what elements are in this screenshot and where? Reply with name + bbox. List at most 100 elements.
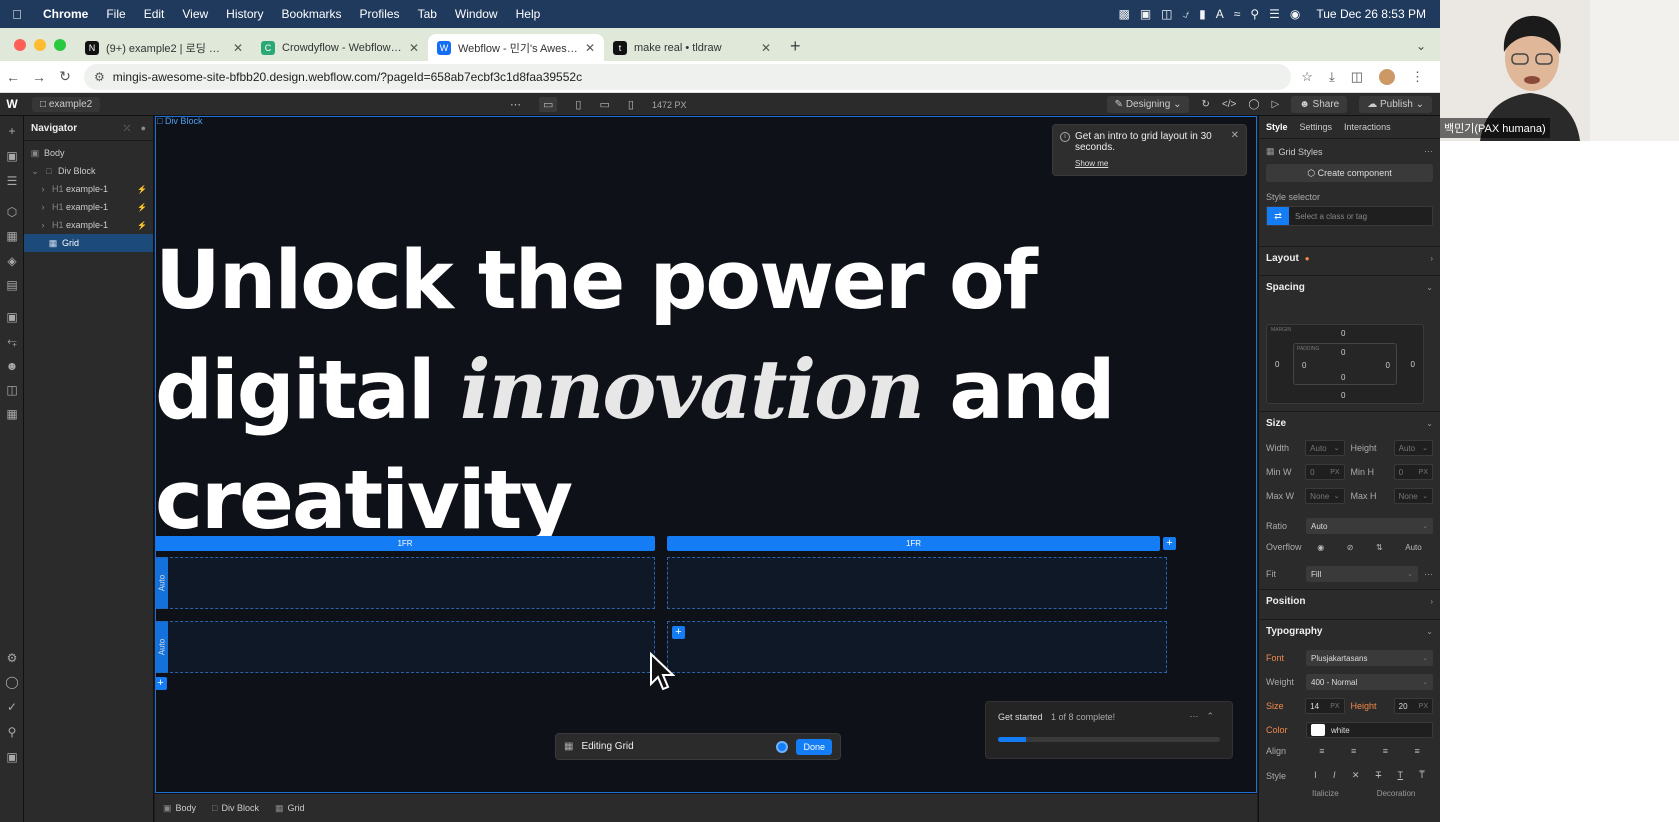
sidebar-icon[interactable]: ◫: [1351, 69, 1363, 85]
share-status-icon[interactable]: ▩: [1118, 7, 1129, 21]
align-justify-icon[interactable]: ≡: [1414, 746, 1419, 756]
close-icon[interactable]: ✕: [1231, 130, 1239, 141]
tree-item-heading[interactable]: › H1 example-1 ⚡: [24, 216, 153, 234]
input-source-icon[interactable]: A: [1216, 7, 1224, 21]
weight-select[interactable]: 400 - Normal ⌄: [1306, 674, 1433, 690]
menu-edit[interactable]: Edit: [135, 7, 174, 21]
tree-item-grid[interactable]: ▦ Grid: [24, 234, 153, 252]
tree-item-body[interactable]: ▣ Body: [24, 144, 153, 162]
show-me-link[interactable]: Show me: [1075, 159, 1238, 168]
chevron-right-icon[interactable]: ›: [38, 202, 48, 212]
ecommerce-icon[interactable]: ◫: [0, 383, 24, 397]
get-started-title[interactable]: Get started: [998, 712, 1043, 722]
tab-interactions[interactable]: Interactions: [1344, 122, 1391, 132]
preview-play-icon[interactable]: ▷: [1272, 99, 1280, 110]
close-tab-icon[interactable]: ✕: [761, 41, 771, 55]
browser-tab[interactable]: N (9+) example2 | 로딩 후 페이드 ✕: [76, 34, 252, 61]
position-section[interactable]: Position ›: [1259, 589, 1440, 613]
add-to-cell-button[interactable]: +: [672, 626, 685, 639]
grid-cell[interactable]: [155, 557, 655, 609]
search-icon[interactable]: ⚲: [1250, 7, 1259, 21]
more-options-icon[interactable]: ⋯: [1424, 569, 1433, 580]
assets-icon[interactable]: ▤: [0, 278, 24, 292]
tree-item-heading[interactable]: › H1 example-1 ⚡: [24, 198, 153, 216]
wifi-icon[interactable]: ≈: [1234, 7, 1241, 21]
padding-bottom-value[interactable]: 0: [1341, 373, 1345, 382]
menu-clock[interactable]: Tue Dec 26 8:53 PM: [1316, 7, 1426, 21]
layout-section[interactable]: Layout ● ›: [1259, 246, 1440, 270]
selector-swap-icon[interactable]: ⇄: [1267, 207, 1289, 225]
code-icon[interactable]: </>: [1222, 99, 1236, 110]
mobile-portrait-breakpoint-icon[interactable]: ▯: [628, 98, 634, 111]
overflow-visible-eye-icon[interactable]: ◉: [1317, 543, 1324, 552]
address-bar[interactable]: ⚙ mingis-awesome-site-bfbb20.design.webf…: [84, 63, 1292, 90]
add-column-button[interactable]: +: [1163, 537, 1176, 550]
desktop-breakpoint-icon[interactable]: ▭: [539, 97, 558, 112]
height-input[interactable]: Auto ⌄: [1393, 440, 1433, 456]
breadcrumb-body[interactable]: ▣ Body: [163, 803, 196, 814]
padding-right-value[interactable]: 0: [1386, 361, 1390, 370]
breadcrumb-div-block[interactable]: □ Div Block: [212, 803, 259, 813]
grid-toggle-indicator[interactable]: [776, 740, 789, 753]
tree-item-div-block[interactable]: ⌄ □ Div Block: [24, 162, 153, 180]
reload-icon[interactable]: ↻: [52, 68, 78, 85]
width-input[interactable]: Auto ⌄: [1305, 440, 1345, 456]
overflow-scroll-icon[interactable]: ⇅: [1376, 543, 1383, 552]
align-right-icon[interactable]: ≡: [1383, 746, 1388, 756]
components-icon[interactable]: ⬡: [0, 205, 24, 219]
padding-top-value[interactable]: 0: [1341, 348, 1345, 357]
typography-section[interactable]: Typography ⌄: [1259, 619, 1440, 643]
tab-settings[interactable]: Settings: [1300, 122, 1333, 132]
headphones-icon[interactable]: ⍻: [1183, 7, 1190, 22]
style-selector-input[interactable]: ⇄ Select a class or tag: [1266, 206, 1433, 226]
control-center-icon[interactable]: ☰: [1269, 7, 1280, 21]
padding-left-value[interactable]: 0: [1302, 361, 1306, 370]
apps-icon[interactable]: ▦: [0, 407, 24, 421]
browser-tab[interactable]: C Crowdyflow - Webflow HTML ✕: [252, 34, 428, 61]
notion-icon[interactable]: ▣: [1140, 7, 1151, 21]
color-swatch[interactable]: [1311, 724, 1325, 736]
menu-tab[interactable]: Tab: [409, 7, 446, 21]
align-left-icon[interactable]: ≡: [1319, 746, 1324, 756]
strikethrough-icon[interactable]: T: [1376, 770, 1382, 781]
help-icon[interactable]: ▣: [0, 750, 24, 764]
profile-avatar[interactable]: [1379, 68, 1395, 85]
menu-profiles[interactable]: Profiles: [351, 7, 409, 21]
italic-off-icon[interactable]: I: [1314, 770, 1317, 781]
share-button[interactable]: ☻ Share: [1291, 96, 1348, 113]
audit-icon[interactable]: ◯: [0, 675, 24, 689]
hero-heading[interactable]: Unlock the power of digital innovation a…: [155, 226, 1155, 556]
tab-style[interactable]: Style: [1266, 122, 1288, 132]
browser-tab[interactable]: t make real • tldraw ✕: [604, 34, 780, 61]
overline-icon[interactable]: T̅: [1419, 770, 1425, 781]
min-height-input[interactable]: 0 PX: [1393, 464, 1433, 480]
checklist-icon[interactable]: ✓: [0, 700, 24, 714]
navigator-icon[interactable]: ☰: [0, 174, 24, 188]
add-row-button[interactable]: +: [155, 677, 167, 690]
add-element-icon[interactable]: +: [0, 124, 24, 138]
bookmark-star-icon[interactable]: ☆: [1301, 69, 1313, 85]
cms-icon[interactable]: ▣: [0, 310, 24, 324]
margin-top-value[interactable]: 0: [1341, 329, 1345, 338]
collapse-all-icon[interactable]: ⤫: [123, 123, 130, 134]
menu-bookmarks[interactable]: Bookmarks: [273, 7, 351, 21]
logic-icon[interactable]: ⥆: [0, 334, 24, 349]
spacing-section[interactable]: Spacing ⌄: [1259, 275, 1440, 299]
menu-help[interactable]: Help: [507, 7, 550, 21]
tablet-breakpoint-icon[interactable]: ▯: [575, 98, 581, 111]
zoom-window-button[interactable]: [54, 38, 66, 51]
fit-select[interactable]: Fill ⌄: [1306, 566, 1418, 582]
close-tab-icon[interactable]: ✕: [409, 41, 419, 55]
ratio-select[interactable]: Auto ⌄: [1306, 518, 1433, 534]
comments-icon[interactable]: ◯: [1248, 99, 1259, 110]
breadcrumb-grid[interactable]: ▦ Grid: [275, 803, 305, 814]
forward-arrow-icon[interactable]: →: [26, 69, 52, 85]
settings-gear-icon[interactable]: ⚙: [0, 651, 24, 665]
download-icon[interactable]: ⤓: [1329, 69, 1335, 85]
overflow-auto-option[interactable]: Auto: [1405, 543, 1421, 552]
done-button[interactable]: Done: [796, 738, 832, 755]
close-tab-icon[interactable]: ✕: [233, 41, 243, 55]
pin-icon[interactable]: ●: [141, 123, 146, 134]
pages-icon[interactable]: ▣: [0, 149, 24, 163]
underline-icon[interactable]: T: [1397, 770, 1403, 781]
